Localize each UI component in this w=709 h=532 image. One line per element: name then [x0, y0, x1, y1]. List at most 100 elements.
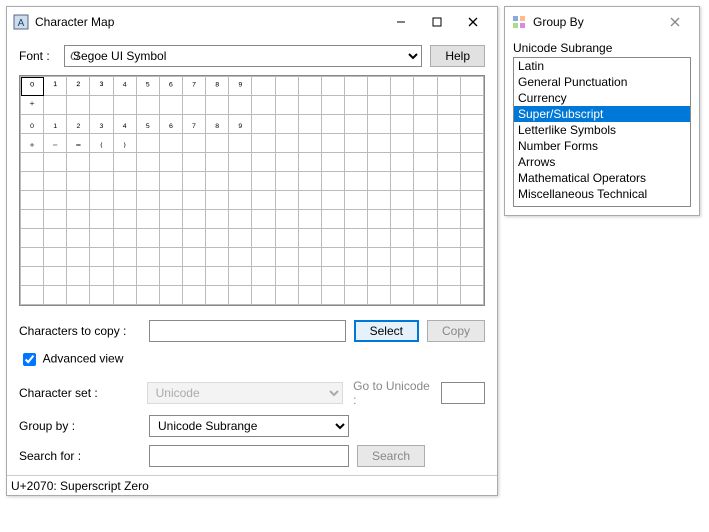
groupby-titlebar[interactable]: Group By — [505, 7, 699, 37]
grid-cell[interactable] — [113, 248, 136, 267]
grid-cell[interactable] — [67, 286, 90, 305]
grid-cell[interactable]: ₁ — [44, 115, 67, 134]
grid-cell[interactable] — [159, 229, 182, 248]
grid-cell[interactable] — [90, 248, 113, 267]
grid-cell[interactable] — [391, 210, 414, 229]
grid-cell[interactable] — [252, 115, 275, 134]
grid-cell[interactable] — [298, 77, 321, 96]
grid-cell[interactable] — [159, 267, 182, 286]
grid-cell[interactable] — [298, 115, 321, 134]
grid-cell[interactable] — [298, 286, 321, 305]
grid-cell[interactable] — [159, 153, 182, 172]
grid-cell[interactable] — [344, 191, 367, 210]
grid-cell[interactable] — [206, 267, 229, 286]
grid-cell[interactable]: ₉ — [229, 115, 252, 134]
grid-cell[interactable] — [460, 229, 483, 248]
grid-cell[interactable] — [321, 267, 344, 286]
grid-cell[interactable] — [136, 153, 159, 172]
grid-cell[interactable] — [368, 172, 391, 191]
grid-cell[interactable] — [275, 248, 298, 267]
grid-cell[interactable] — [368, 77, 391, 96]
grid-cell[interactable] — [252, 229, 275, 248]
grid-cell[interactable] — [44, 153, 67, 172]
list-item[interactable]: Latin — [514, 58, 690, 74]
grid-cell[interactable] — [391, 229, 414, 248]
grid-cell[interactable] — [298, 210, 321, 229]
grid-cell[interactable] — [44, 229, 67, 248]
grid-cell[interactable] — [44, 248, 67, 267]
grid-cell[interactable] — [21, 248, 44, 267]
grid-cell[interactable] — [113, 229, 136, 248]
grid-cell[interactable] — [44, 267, 67, 286]
grid-cell[interactable] — [113, 210, 136, 229]
grid-cell[interactable]: ⁰ — [21, 77, 44, 96]
grid-cell[interactable] — [44, 286, 67, 305]
grid-cell[interactable] — [113, 153, 136, 172]
grid-cell[interactable] — [437, 96, 460, 115]
grid-cell[interactable] — [44, 96, 67, 115]
grid-cell[interactable] — [252, 210, 275, 229]
grid-cell[interactable] — [275, 115, 298, 134]
grid-cell[interactable] — [275, 77, 298, 96]
list-item[interactable]: Number Forms — [514, 138, 690, 154]
grid-cell[interactable] — [368, 248, 391, 267]
grid-cell[interactable] — [159, 172, 182, 191]
grid-cell[interactable]: ⁶ — [159, 77, 182, 96]
grid-cell[interactable]: ₄ — [113, 115, 136, 134]
grid-cell[interactable] — [67, 96, 90, 115]
grid-cell[interactable] — [321, 172, 344, 191]
grid-cell[interactable] — [368, 229, 391, 248]
grid-cell[interactable] — [252, 153, 275, 172]
grid-cell[interactable] — [206, 172, 229, 191]
grid-cell[interactable] — [252, 96, 275, 115]
grid-cell[interactable] — [206, 96, 229, 115]
search-button[interactable]: Search — [357, 445, 425, 467]
grid-cell[interactable]: ⁷ — [182, 77, 205, 96]
grid-cell[interactable] — [344, 115, 367, 134]
grid-cell[interactable] — [252, 191, 275, 210]
grid-cell[interactable]: ² — [67, 77, 90, 96]
grid-cell[interactable] — [414, 115, 437, 134]
character-grid[interactable]: ⁰¹²³⁴⁵⁶⁷⁸⁹⁺₀₁₂₃₄₅₆₇₈₉₊₋₌₍₎ — [19, 75, 485, 306]
grid-cell[interactable] — [206, 191, 229, 210]
grid-cell[interactable]: ₎ — [113, 134, 136, 153]
grid-cell[interactable] — [21, 172, 44, 191]
grid-cell[interactable] — [229, 134, 252, 153]
grid-cell[interactable] — [391, 267, 414, 286]
grid-cell[interactable] — [414, 191, 437, 210]
grid-cell[interactable] — [298, 153, 321, 172]
grid-cell[interactable]: ₅ — [136, 115, 159, 134]
grid-cell[interactable] — [321, 77, 344, 96]
grid-cell[interactable] — [229, 229, 252, 248]
grid-cell[interactable] — [344, 172, 367, 191]
grid-cell[interactable] — [344, 286, 367, 305]
list-item[interactable]: Letterlike Symbols — [514, 122, 690, 138]
grid-cell[interactable] — [136, 210, 159, 229]
grid-cell[interactable] — [344, 153, 367, 172]
grid-cell[interactable] — [437, 153, 460, 172]
grid-cell[interactable] — [344, 248, 367, 267]
grid-cell[interactable]: ¹ — [44, 77, 67, 96]
grid-cell[interactable] — [460, 153, 483, 172]
help-button[interactable]: Help — [430, 45, 485, 67]
groupby-select[interactable]: Unicode Subrange — [149, 415, 349, 437]
grid-cell[interactable] — [229, 286, 252, 305]
grid-cell[interactable] — [437, 248, 460, 267]
grid-cell[interactable] — [298, 172, 321, 191]
grid-cell[interactable] — [298, 248, 321, 267]
grid-cell[interactable]: ₀ — [21, 115, 44, 134]
grid-cell[interactable] — [275, 210, 298, 229]
grid-cell[interactable] — [460, 267, 483, 286]
grid-cell[interactable]: ₆ — [159, 115, 182, 134]
list-item[interactable]: Mathematical Operators — [514, 170, 690, 186]
grid-cell[interactable] — [252, 134, 275, 153]
grid-cell[interactable]: ⁸ — [206, 77, 229, 96]
grid-cell[interactable] — [344, 96, 367, 115]
grid-cell[interactable] — [391, 134, 414, 153]
search-input[interactable] — [149, 445, 349, 467]
grid-cell[interactable] — [321, 248, 344, 267]
grid-cell[interactable] — [321, 115, 344, 134]
grid-cell[interactable] — [67, 172, 90, 191]
titlebar[interactable]: A Character Map — [7, 7, 497, 37]
grid-cell[interactable] — [182, 191, 205, 210]
